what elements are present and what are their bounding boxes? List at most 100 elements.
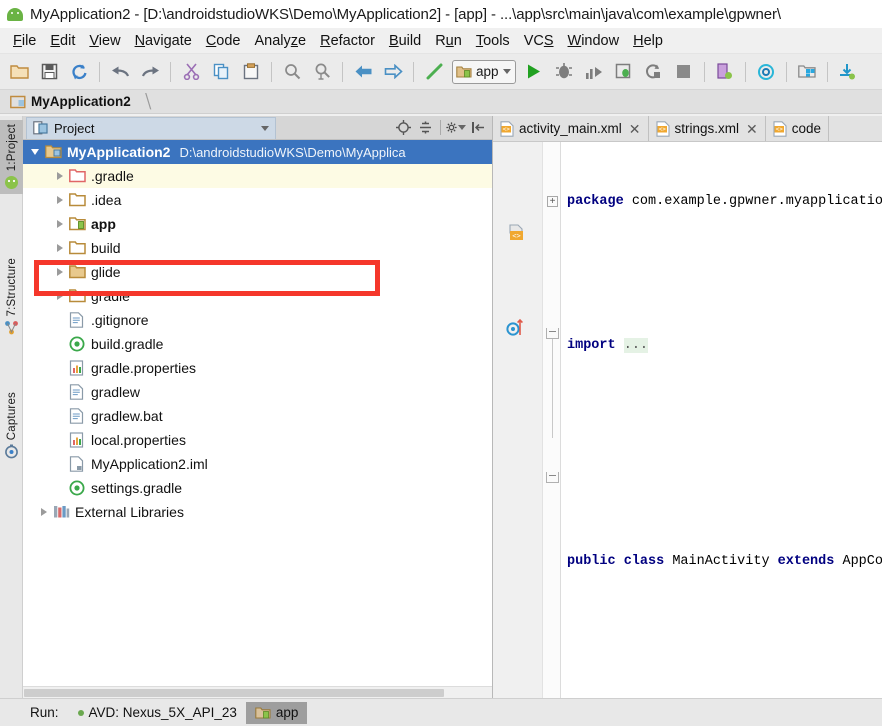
editor-gutter[interactable]: <> — [493, 142, 543, 698]
editor-body[interactable]: <> + package com.example.gpwner.myapplic… — [493, 142, 882, 698]
code-content[interactable]: package com.example.gpwner.myapplication… — [561, 142, 882, 698]
tree-row-gradlew[interactable]: gradlew — [23, 380, 492, 404]
tree-row-label: .gradle — [91, 168, 134, 184]
menu-file[interactable]: File — [6, 31, 43, 51]
sidebar-item-project[interactable]: 1:Project — [0, 120, 23, 195]
replace-icon[interactable] — [308, 58, 336, 86]
project-panel-tab[interactable]: Project — [26, 116, 276, 139]
fold-collapse-icon[interactable] — [546, 328, 559, 339]
fold-expand-icon[interactable]: + — [547, 196, 558, 207]
expand-arrow-icon[interactable] — [53, 289, 67, 303]
tree-row-build[interactable]: build — [23, 236, 492, 260]
module-selector-label: app — [476, 64, 499, 79]
breadcrumb-item-myapplication2[interactable]: MyApplication2 ╲ — [10, 93, 154, 110]
run-icon[interactable] — [520, 58, 548, 86]
menu-window[interactable]: Window — [561, 31, 627, 51]
navigation-bar: MyApplication2 ╲ — [0, 90, 882, 114]
tree-row-gradle[interactable]: gradle — [23, 284, 492, 308]
sdk-manager-icon[interactable] — [752, 58, 780, 86]
hide-panel-icon[interactable] — [468, 118, 488, 138]
expand-arrow-icon[interactable] — [53, 265, 67, 279]
save-all-icon[interactable] — [35, 58, 63, 86]
undo-icon[interactable] — [106, 58, 134, 86]
find-icon[interactable] — [278, 58, 306, 86]
menu-view[interactable]: View — [82, 31, 127, 51]
close-icon[interactable]: ✕ — [746, 122, 758, 136]
collapse-all-icon[interactable] — [415, 118, 435, 138]
attach-debugger-icon[interactable] — [610, 58, 638, 86]
project-panel-horizontal-scrollbar[interactable] — [23, 686, 492, 698]
android-studio-window: MyApplication2 - [D:\androidstudioWKS\De… — [0, 0, 882, 726]
run-tab-avd[interactable]: AVD: Nexus_5X_API_23 — [69, 702, 246, 724]
build-hammer-icon[interactable] — [420, 58, 448, 86]
run-tab-app[interactable]: app — [245, 701, 308, 724]
layout-inspector-icon[interactable] — [793, 58, 821, 86]
tree-row-gitignore[interactable]: .gitignore — [23, 308, 492, 332]
settings-gear-icon[interactable] — [446, 118, 466, 138]
menu-build[interactable]: Build — [382, 31, 428, 51]
menu-run[interactable]: Run — [428, 31, 469, 51]
paste-icon[interactable] — [237, 58, 265, 86]
debug-icon[interactable] — [550, 58, 578, 86]
scroll-from-source-icon[interactable] — [393, 118, 413, 138]
expand-arrow-icon[interactable] — [29, 145, 43, 159]
module-selector[interactable]: app — [452, 59, 516, 84]
project-tree[interactable]: MyApplication2 D:\androidstudioWKS\Demo\… — [23, 140, 492, 698]
copy-icon[interactable] — [207, 58, 235, 86]
menu-analyze[interactable]: Analyze — [248, 31, 314, 51]
sync-gradle-icon[interactable] — [834, 58, 862, 86]
menu-vcs[interactable]: VCS — [517, 31, 561, 51]
tree-row-local-properties[interactable]: local.properties — [23, 428, 492, 452]
menu-edit[interactable]: Edit — [43, 31, 82, 51]
tree-row-glide[interactable]: glide — [23, 260, 492, 284]
expand-arrow-icon[interactable] — [53, 241, 67, 255]
tree-row-app[interactable]: app — [23, 212, 492, 236]
tree-row-gradle-properties[interactable]: gradle.properties — [23, 356, 492, 380]
tree-row-label: build — [91, 240, 121, 256]
tab-activity-main-xml[interactable]: <> activity_main.xml ✕ — [493, 116, 649, 141]
text-file-icon — [69, 384, 86, 400]
cut-icon[interactable] — [177, 58, 205, 86]
tree-row-dot-idea[interactable]: .idea — [23, 188, 492, 212]
tree-row-iml[interactable]: MyApplication2.iml — [23, 452, 492, 476]
sync-project-icon[interactable] — [65, 58, 93, 86]
tree-row-dot-gradle[interactable]: .gradle — [23, 164, 492, 188]
editor-fold-column[interactable]: + — [543, 142, 561, 698]
sidebar-item-structure[interactable]: 7:Structure — [0, 254, 23, 339]
avd-manager-icon[interactable] — [711, 58, 739, 86]
redo-icon[interactable] — [136, 58, 164, 86]
tree-row-gradlew-bat[interactable]: gradlew.bat — [23, 404, 492, 428]
menu-code[interactable]: Code — [199, 31, 248, 51]
menu-refactor[interactable]: Refactor — [313, 31, 382, 51]
expand-arrow-icon[interactable] — [37, 505, 51, 519]
fold-collapse-icon-2[interactable] — [546, 472, 559, 483]
close-icon[interactable]: ✕ — [629, 122, 641, 136]
expand-arrow-icon[interactable] — [53, 169, 67, 183]
stop-icon[interactable] — [670, 58, 698, 86]
tab-strings-xml[interactable]: <> strings.xml ✕ — [648, 116, 766, 141]
forward-icon[interactable] — [379, 58, 407, 86]
java-class-marker-icon[interactable]: <> — [507, 224, 527, 244]
scrollbar-thumb[interactable] — [24, 689, 444, 697]
override-method-marker-icon[interactable] — [506, 318, 526, 336]
main-content-area: 1:Project 7:Structure Captures Project M… — [0, 116, 882, 698]
tree-row-myapplication2[interactable]: MyApplication2 D:\androidstudioWKS\Demo\… — [23, 140, 492, 164]
tree-row-build-gradle[interactable]: build.gradle — [23, 332, 492, 356]
tree-row-settings-gradle[interactable]: settings.gradle — [23, 476, 492, 500]
expand-arrow-icon[interactable] — [53, 217, 67, 231]
back-icon[interactable] — [349, 58, 377, 86]
open-folder-icon[interactable] — [5, 58, 33, 86]
rerun-icon[interactable] — [640, 58, 668, 86]
chevron-down-icon[interactable] — [261, 125, 269, 131]
run-coverage-icon[interactable] — [580, 58, 608, 86]
tree-row-external-libraries[interactable]: External Libraries — [23, 500, 492, 524]
gradle-file-icon — [69, 336, 86, 352]
menu-navigate[interactable]: Navigate — [128, 31, 199, 51]
menu-help[interactable]: Help — [626, 31, 670, 51]
window-title: MyApplication2 - [D:\androidstudioWKS\De… — [30, 5, 781, 23]
expand-arrow-icon[interactable] — [53, 193, 67, 207]
menu-tools[interactable]: Tools — [469, 31, 517, 51]
tab-code[interactable]: <> code — [765, 116, 830, 141]
sidebar-item-captures[interactable]: Captures — [0, 388, 23, 463]
project-root-icon — [45, 144, 62, 160]
